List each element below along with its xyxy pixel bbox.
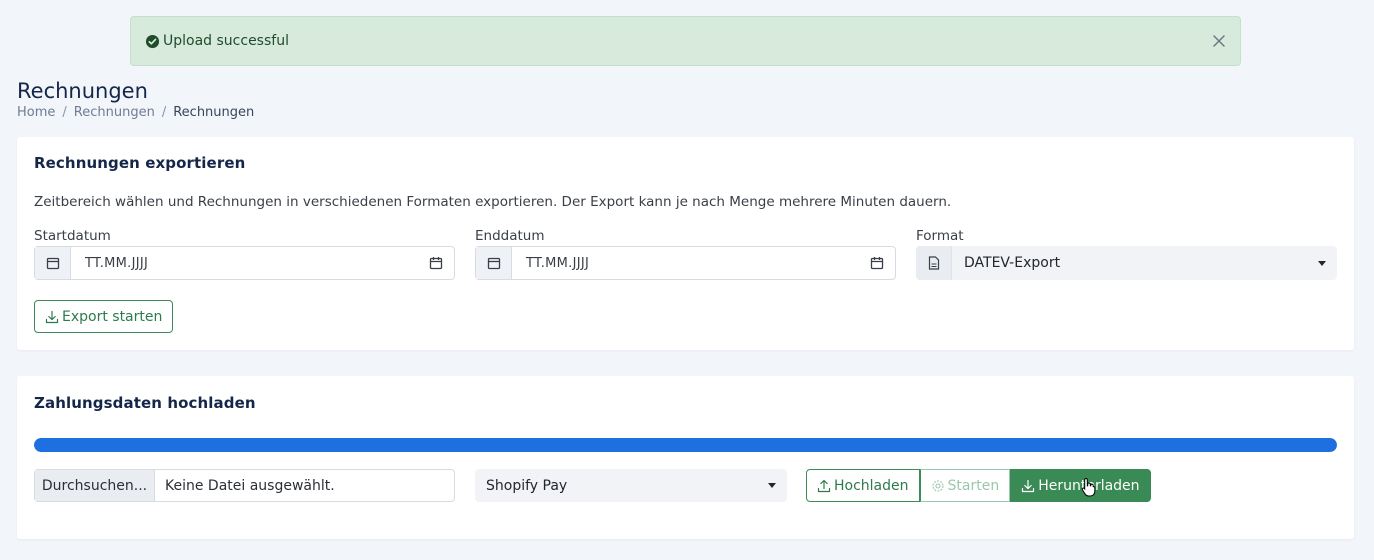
- file-input[interactable]: Durchsuchen... Keine Datei ausgewählt.: [34, 469, 455, 502]
- upload-progress-bar: [34, 438, 1337, 452]
- calendar-icon: [35, 247, 71, 279]
- start-date-label: Startdatum: [34, 228, 111, 244]
- browse-button[interactable]: Durchsuchen...: [35, 470, 155, 501]
- start-button[interactable]: Starten: [919, 469, 1011, 502]
- caret-down-icon: [757, 483, 787, 488]
- document-icon: [916, 246, 952, 280]
- upload-button[interactable]: Hochladen: [806, 469, 920, 502]
- export-start-label: Export starten: [62, 308, 163, 325]
- check-circle-icon: [145, 34, 160, 49]
- download-icon: [45, 310, 59, 324]
- calendar-icon[interactable]: [418, 247, 454, 279]
- format-select-value[interactable]: DATEV-Export: [952, 246, 1307, 280]
- calendar-icon: [476, 247, 512, 279]
- calendar-icon[interactable]: [859, 247, 895, 279]
- upload-action-group: Hochladen Starten Herunterladen: [806, 469, 1151, 502]
- provider-select-value[interactable]: Shopify Pay: [475, 478, 757, 494]
- export-description: Zeitbereich wählen und Rechnungen in ver…: [34, 194, 952, 210]
- provider-select[interactable]: Shopify Pay: [475, 469, 787, 502]
- export-card-title: Rechnungen exportieren: [34, 154, 246, 172]
- export-card: Rechnungen exportieren Zeitbereich wähle…: [17, 137, 1354, 350]
- end-date-input[interactable]: TT.MM.JJJJ: [512, 247, 859, 279]
- breadcrumb-separator: /: [62, 105, 67, 120]
- start-button-label: Starten: [947, 477, 1000, 494]
- export-start-button[interactable]: Export starten: [34, 300, 174, 333]
- upload-button-label: Hochladen: [834, 477, 909, 494]
- end-date-field[interactable]: TT.MM.JJJJ: [475, 246, 896, 280]
- end-date-label: Enddatum: [475, 228, 545, 244]
- format-select[interactable]: DATEV-Export: [916, 246, 1337, 280]
- download-button[interactable]: Herunterladen: [1010, 469, 1151, 502]
- page-title: Rechnungen: [17, 79, 148, 103]
- upload-progress-fill: [34, 438, 1337, 452]
- breadcrumb: Home / Rechnungen / Rechnungen: [17, 105, 254, 120]
- close-icon[interactable]: [1212, 34, 1226, 48]
- breadcrumb-home[interactable]: Home: [17, 105, 55, 120]
- upload-card: Zahlungsdaten hochladen Durchsuchen... K…: [17, 376, 1354, 539]
- download-icon: [1021, 479, 1035, 493]
- alert-message: Upload successful: [163, 33, 289, 49]
- breadcrumb-rechnungen[interactable]: Rechnungen: [74, 105, 155, 120]
- upload-card-title: Zahlungsdaten hochladen: [34, 394, 256, 412]
- success-alert: Upload successful: [130, 16, 1241, 66]
- start-date-input[interactable]: TT.MM.JJJJ: [71, 247, 418, 279]
- start-date-field[interactable]: TT.MM.JJJJ: [34, 246, 455, 280]
- breadcrumb-separator: /: [161, 105, 167, 120]
- breadcrumb-current: Rechnungen: [173, 105, 255, 120]
- file-name-text: Keine Datei ausgewählt.: [165, 477, 335, 494]
- format-label: Format: [916, 228, 964, 244]
- download-button-label: Herunterladen: [1038, 477, 1140, 494]
- caret-down-icon: [1307, 246, 1337, 280]
- upload-icon: [817, 479, 831, 493]
- gear-icon: [931, 479, 945, 493]
